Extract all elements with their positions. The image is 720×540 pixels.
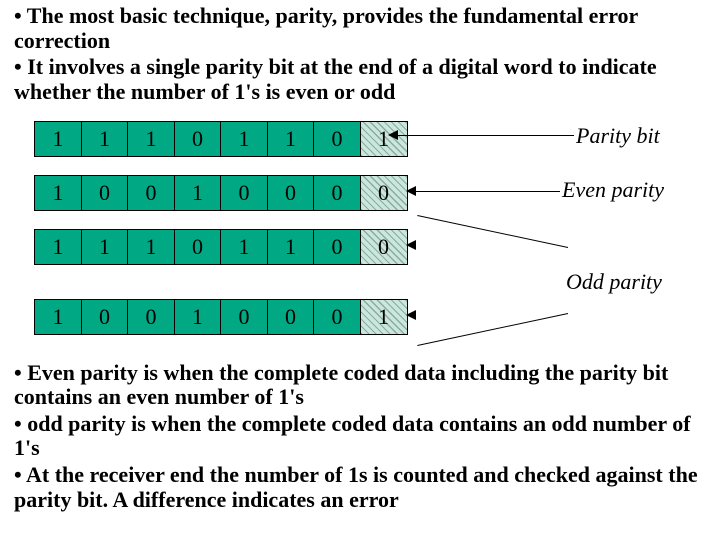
bit-cell: 1 [34,299,82,335]
bit-cell: 0 [174,121,222,157]
bit-cell: 0 [313,121,361,157]
bit-cell: 0 [127,175,175,211]
bit-cell: 1 [127,229,175,265]
bit-cell: 1 [34,175,82,211]
arrow-line [396,135,574,136]
bullet-bottom-3: • At the receiver end the number of 1s i… [14,463,706,512]
bit-cell: 0 [174,229,222,265]
bit-cell: 0 [313,299,361,335]
bit-cell: 1 [127,121,175,157]
arrow-line [414,191,560,192]
bullet-bottom-1: • Even parity is when the complete coded… [14,361,706,410]
label-even-parity: Even parity [562,177,664,203]
bit-cell: 0 [81,299,129,335]
bit-row-2: 1 0 0 1 0 0 0 0 [34,175,408,211]
bit-cell: 1 [34,229,82,265]
bullet-top-1: • The most basic technique, parity, prov… [14,4,706,53]
label-odd-parity: Odd parity [566,269,662,295]
parity-cell: 1 [360,121,408,157]
bit-cell: 0 [267,299,315,335]
label-parity-bit: Parity bit [576,123,660,149]
bit-cell: 0 [220,175,268,211]
bit-cell: 1 [220,229,268,265]
parity-cell: 1 [360,299,408,335]
bit-cell: 0 [81,175,129,211]
bullet-bottom-2: • odd parity is when the complete coded … [14,412,706,461]
parity-cell: 0 [360,175,408,211]
bit-cell: 1 [174,175,222,211]
bit-row-3: 1 1 1 0 1 1 0 0 [34,229,408,265]
arrow-line [417,313,568,346]
bit-cell: 1 [81,229,129,265]
bit-cell: 1 [220,121,268,157]
bit-cell: 0 [313,229,361,265]
bit-cell: 0 [220,299,268,335]
arrow-line [417,214,568,247]
arrow-head-icon [406,310,416,320]
bit-cell: 0 [313,175,361,211]
parity-diagram: 1 1 1 0 1 1 0 1 1 0 0 1 0 0 0 0 1 1 1 0 … [14,113,706,353]
bit-cell: 1 [174,299,222,335]
arrow-head-icon [388,130,398,140]
bit-row-4: 1 0 0 1 0 0 0 1 [34,299,408,335]
bit-cell: 0 [267,175,315,211]
bit-cell: 1 [34,121,82,157]
bit-row-1: 1 1 1 0 1 1 0 1 [34,121,408,157]
bit-cell: 1 [267,121,315,157]
bit-cell: 1 [267,229,315,265]
arrow-head-icon [406,240,416,250]
parity-cell: 0 [360,229,408,265]
bullet-top-2: • It involves a single parity bit at the… [14,55,706,104]
bit-cell: 0 [127,299,175,335]
arrow-head-icon [406,186,416,196]
bit-cell: 1 [81,121,129,157]
